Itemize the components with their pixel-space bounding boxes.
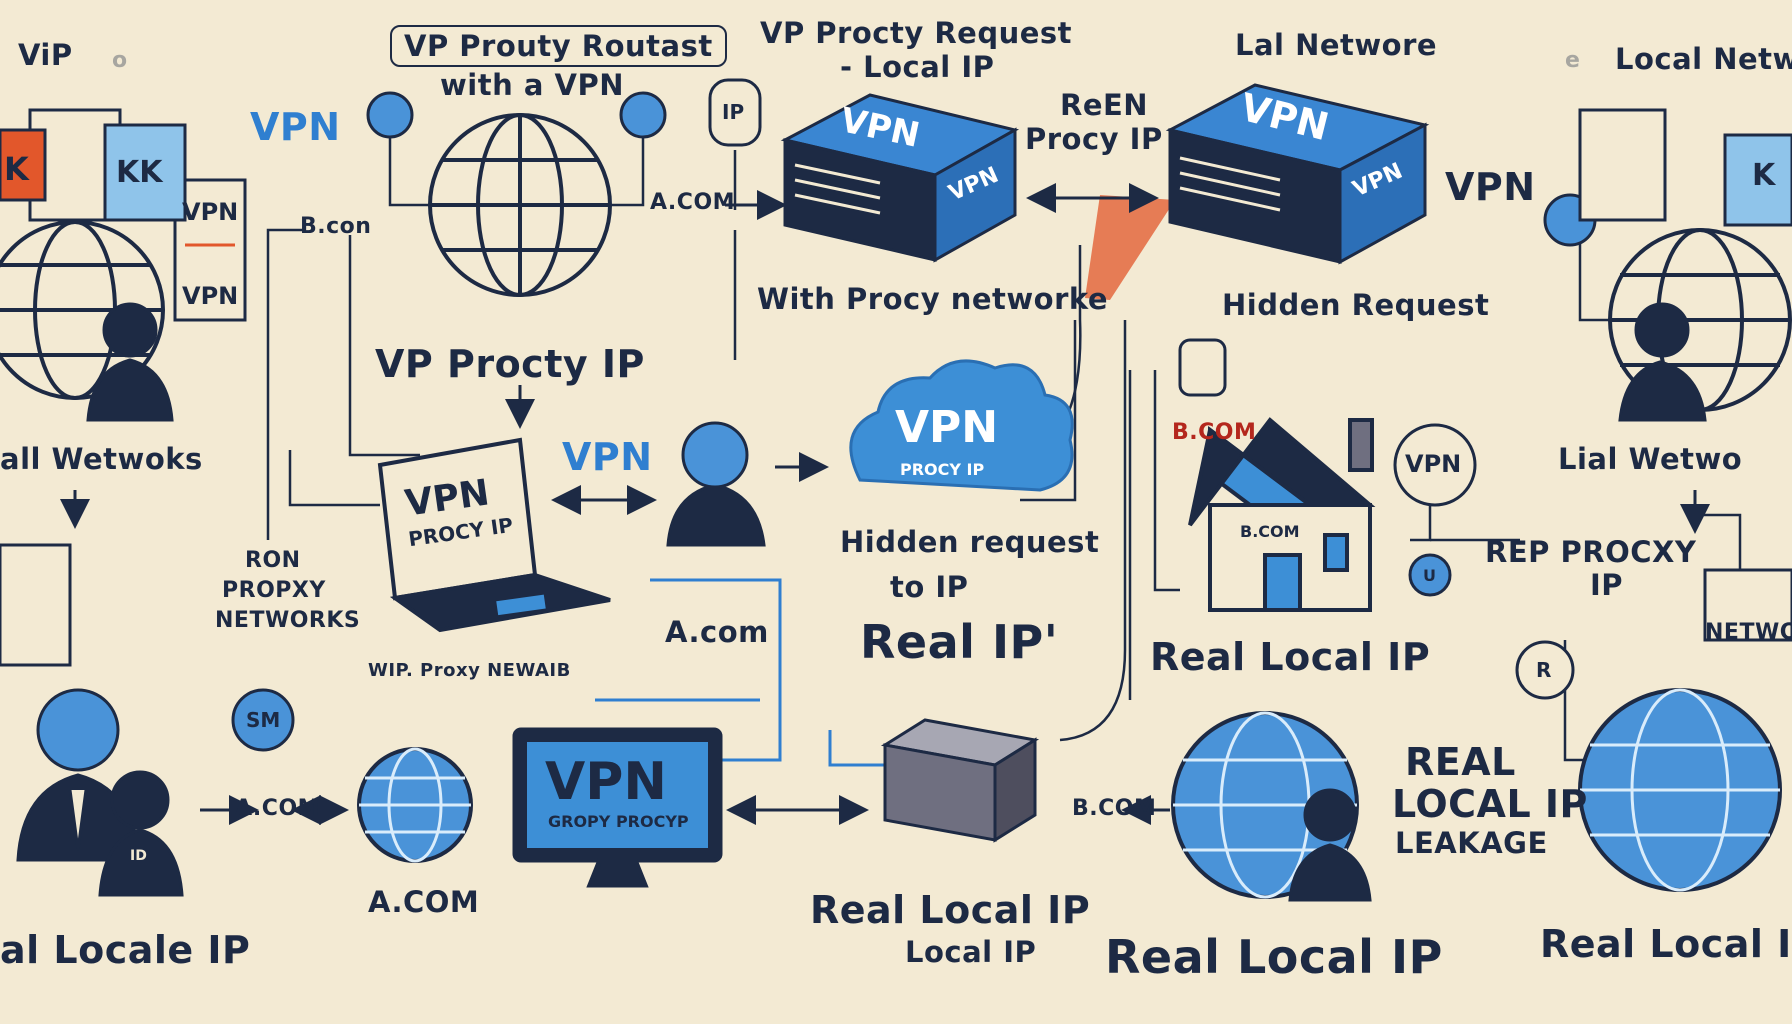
label-lial-network: Lial Wetwo xyxy=(1558,442,1743,476)
label-vpn-right: VPN xyxy=(1445,165,1536,209)
label-vpn-mid: VPN xyxy=(562,435,653,479)
pin-sm-label: SM xyxy=(246,708,281,732)
label-b-com-arrow: B.COM xyxy=(1072,796,1157,821)
label-local-ip-bottom: Local IP xyxy=(905,935,1037,969)
label-real-local-ip-big: Real Local IP xyxy=(1105,930,1443,984)
label-hidden-request-mid: Hidden request xyxy=(840,525,1100,559)
label-ron: RON xyxy=(245,548,301,573)
label-real-local-ip-mid: Real Local IP xyxy=(1150,635,1431,679)
label-real-local-ip-right: Real Local I xyxy=(1540,922,1792,966)
label-top-right-local: Local Netwo xyxy=(1615,42,1792,76)
router-u-label: U xyxy=(1423,566,1436,585)
monitor-main-label: VPN xyxy=(545,752,667,812)
globe-icon xyxy=(428,113,612,297)
vpn-doc-label-2: VPN xyxy=(182,282,239,310)
label-a-com-arrow: A.COM xyxy=(235,796,321,821)
label-vp-procty-ip: VP Procty IP xyxy=(375,342,645,386)
label-faint-left: o xyxy=(112,48,128,73)
person-badge-label: ID xyxy=(130,848,147,864)
label-a-com-mid: A.com xyxy=(665,615,769,649)
label-top-boxed-title: VP Prouty Routast xyxy=(390,25,727,67)
book-right-label: K xyxy=(1752,158,1776,193)
label-reen-procy: Procy IP xyxy=(1025,122,1163,156)
label-top-center-title: VP Procty Request xyxy=(760,16,1073,50)
diagram-artwork xyxy=(0,78,1792,902)
label-ron-networks: NETWORKS xyxy=(215,608,361,633)
user-icon xyxy=(666,421,766,547)
label-hidden-request-right: Hidden Request xyxy=(1222,288,1490,322)
label-ron-propxy: PROPXY xyxy=(222,578,326,603)
label-rep-procxy: REP PROCXY xyxy=(1485,535,1697,569)
label-real-locale-ip: al Locale IP xyxy=(0,928,251,972)
label-all-networks: all Wetwoks xyxy=(0,442,203,476)
pin-r-label: R xyxy=(1536,658,1552,682)
label-leakage-local-ip: LOCAL IP xyxy=(1392,782,1588,826)
globe-icon xyxy=(1578,688,1782,892)
label-with-vpn: with a VPN xyxy=(440,68,624,102)
label-reen: ReEN xyxy=(1060,88,1149,122)
router-box-icon xyxy=(880,718,1040,843)
house-label: B.COM xyxy=(1240,522,1300,541)
cloud-main-label: VPN xyxy=(895,402,999,453)
pin-ip-label: IP xyxy=(722,100,745,124)
label-a-com-bottom: A.COM xyxy=(368,885,480,919)
label-real-local-ip-bottom: Real Local IP xyxy=(810,888,1091,932)
label-vip: ViP xyxy=(18,38,73,72)
label-lal-network: Lal Networe xyxy=(1235,28,1438,62)
label-leakage-real: REAL xyxy=(1405,740,1516,784)
book-left-label-1: K xyxy=(4,150,29,188)
vpn-pin-label: VPN xyxy=(1405,450,1462,478)
label-top-center-sub: - Local IP xyxy=(840,50,995,84)
user-icon xyxy=(16,688,142,862)
house-icon xyxy=(1188,417,1376,612)
label-hidden-request-to-ip: to IP xyxy=(890,570,969,604)
label-real-ip: Real IP' xyxy=(860,615,1059,669)
label-rep-procxy-ip: IP xyxy=(1590,568,1624,602)
label-vpn-left: VPN xyxy=(250,105,341,149)
label-b-con-tag: B.con xyxy=(300,214,372,239)
cloud-sub-label: PROCY IP xyxy=(900,460,985,479)
label-b-com-red: B.COM xyxy=(1172,420,1257,445)
globe-icon xyxy=(357,747,473,863)
monitor-sub-label: GROPY PROCYP xyxy=(548,812,689,831)
label-leakage: LEAKAGE xyxy=(1395,826,1548,860)
book-left-label-2: KK xyxy=(116,155,163,190)
label-faint-right: e xyxy=(1565,48,1581,73)
label-wip-proxy: WIP. Proxy NEWAIB xyxy=(368,660,571,681)
label-a-com-top: A.COM xyxy=(650,190,736,215)
label-with-procy-network: With Procy networke xyxy=(757,282,1109,316)
vpn-doc-label-1: VPN xyxy=(182,198,239,226)
label-netwo-box: NETWO xyxy=(1705,620,1792,645)
vpn-proxy-diagram: VPN VPN VPN VPN VPN PROCY IP VPN PROCY I… xyxy=(0,0,1792,1024)
